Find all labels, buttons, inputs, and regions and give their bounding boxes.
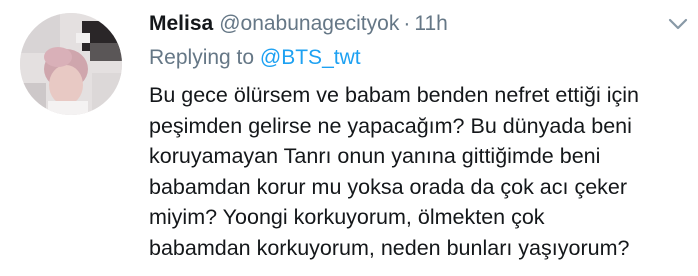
avatar-image xyxy=(20,13,122,115)
separator-dot: · xyxy=(403,12,411,35)
timestamp[interactable]: 11h xyxy=(414,12,447,35)
tweet-text-line: Bu gece ölürsem ve babam benden nefret e… xyxy=(149,83,640,107)
tweet-text-line: miyim? Yoongi korkuyorum, ölmekten çok xyxy=(149,205,545,229)
replying-to-label: Replying to xyxy=(149,46,255,69)
avatar[interactable] xyxy=(20,13,122,115)
tweet-header: Melisa @onabunagecityok · 11h xyxy=(149,11,448,37)
mention-link[interactable]: @BTS_twt xyxy=(260,46,361,69)
tweet-text-line: peşimden gelirse ne yapacağım? Bu dünyad… xyxy=(149,113,632,138)
tweet-text: Bu gece ölürsem ve babam benden nefret e… xyxy=(149,80,689,263)
display-name[interactable]: Melisa xyxy=(149,12,213,35)
replying-to: Replying to @BTS_twt xyxy=(149,45,361,71)
user-handle[interactable]: @onabunagecityok xyxy=(219,12,399,35)
tweet-text-line: babamdan korkuyorum, neden bunları yaşıy… xyxy=(149,235,630,260)
tweet-text-line: babamdan korur mu yoksa orada da çok acı… xyxy=(149,174,628,199)
chevron-down-icon[interactable] xyxy=(668,17,688,31)
tweet: Melisa @onabunagecityok · 11h Replying to @… xyxy=(0,0,698,276)
tweet-text-line: koruyamayan Tanrı onun yanına gittiğimde… xyxy=(149,144,601,168)
